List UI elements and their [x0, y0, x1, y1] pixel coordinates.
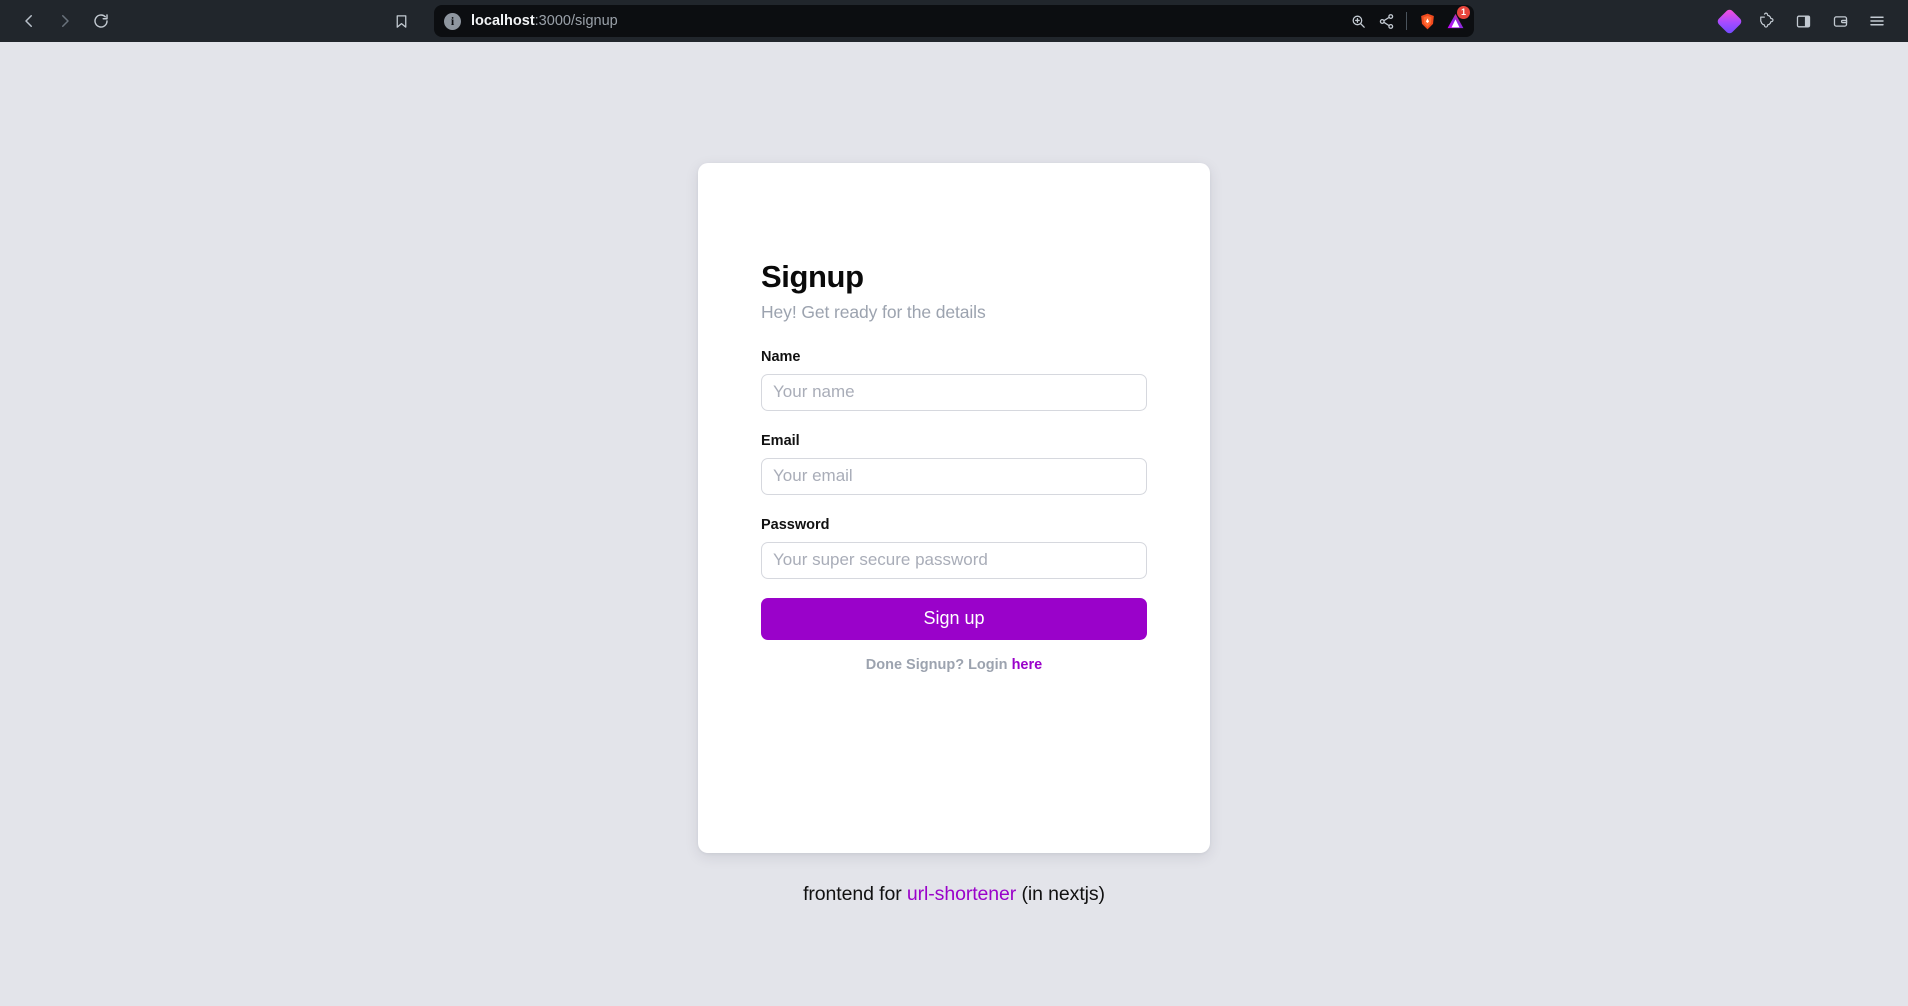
address-bar[interactable]: i localhost:3000/signup 1 — [434, 5, 1474, 37]
urlbar-actions: 1 — [1345, 6, 1470, 34]
footer-suffix: (in nextjs) — [1016, 883, 1105, 905]
forward-button[interactable] — [48, 6, 82, 36]
sidebar-panel-icon[interactable] — [1786, 6, 1820, 36]
navigation-buttons — [8, 6, 118, 36]
url-shortener-link[interactable]: url-shortener — [907, 883, 1016, 905]
url-text: localhost:3000/signup — [471, 13, 1335, 29]
field-password: Password — [761, 517, 1147, 579]
share-icon[interactable] — [1373, 8, 1399, 34]
toolbar-right-actions — [1712, 6, 1900, 36]
page-subtitle: Hey! Get ready for the details — [761, 301, 986, 322]
email-input[interactable] — [761, 457, 1147, 495]
main-menu-icon[interactable] — [1860, 6, 1894, 36]
back-button[interactable] — [12, 6, 46, 36]
login-prompt-text: Done Signup? Login — [865, 656, 1012, 673]
password-input[interactable] — [761, 541, 1147, 579]
footer-prefix: frontend for — [803, 883, 907, 905]
footer-note: frontend for url-shortener (in nextjs) — [803, 883, 1105, 906]
url-path: :3000/signup — [534, 13, 618, 29]
extension-badge-count: 1 — [1457, 6, 1470, 19]
toolbar-divider — [1406, 12, 1407, 30]
password-label: Password — [761, 516, 830, 533]
page-title: Signup — [761, 259, 864, 294]
bookmark-slot — [384, 6, 418, 36]
wallet-icon[interactable] — [1823, 6, 1857, 36]
reload-button[interactable] — [84, 6, 118, 36]
bookmark-button[interactable] — [384, 6, 418, 36]
field-email: Email — [761, 433, 1147, 495]
urlbar-container: i localhost:3000/signup 1 — [396, 5, 1474, 37]
browser-toolbar: i localhost:3000/signup 1 — [0, 0, 1908, 42]
sign-up-button[interactable]: Sign up — [761, 597, 1147, 640]
vercel-extension-icon[interactable]: 1 — [1442, 6, 1470, 34]
name-label: Name — [761, 348, 801, 365]
email-label: Email — [761, 432, 800, 449]
page-viewport: Signup Hey! Get ready for the details Na… — [0, 42, 1908, 1006]
site-info-icon[interactable]: i — [444, 12, 461, 30]
extensions-puzzle-icon[interactable] — [1749, 6, 1783, 36]
field-name: Name — [761, 349, 1147, 411]
signup-card: Signup Hey! Get ready for the details Na… — [698, 163, 1210, 853]
brave-shields-icon[interactable] — [1414, 8, 1440, 34]
url-host: localhost — [471, 13, 535, 29]
name-input[interactable] — [761, 373, 1147, 411]
zoom-icon[interactable] — [1345, 8, 1371, 34]
login-prompt: Done Signup? Login here — [761, 657, 1147, 673]
leo-ai-icon[interactable] — [1712, 6, 1746, 36]
login-here-link[interactable]: here — [1012, 657, 1043, 673]
